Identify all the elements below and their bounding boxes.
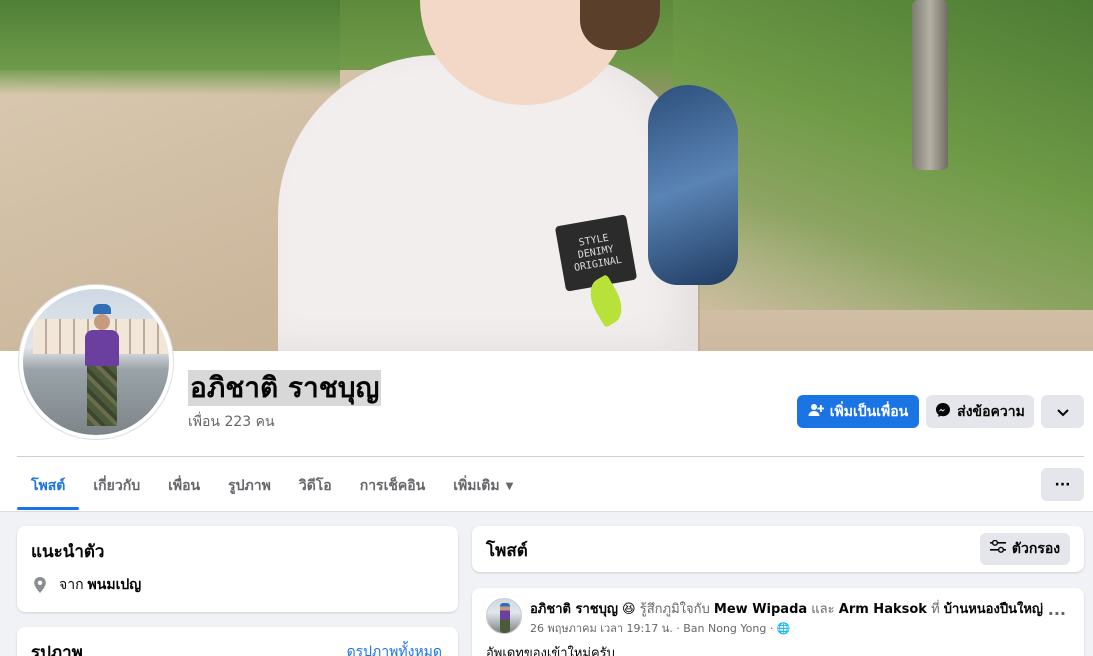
- tab-more[interactable]: เพิ่มเติม ▼: [439, 462, 527, 510]
- filter-button[interactable]: ตัวกรอง: [980, 533, 1070, 565]
- hometown-link[interactable]: พนมเปญ: [88, 574, 142, 596]
- hometown-prefix: จาก: [59, 577, 84, 593]
- avatar-person: [83, 304, 121, 434]
- tab-videos[interactable]: วิดีโอ: [285, 462, 346, 510]
- messenger-icon: [935, 402, 951, 421]
- avatar-pants: [87, 366, 117, 426]
- intro-title: แนะนำตัว: [31, 542, 105, 562]
- location-pin-icon: [31, 576, 49, 594]
- tab-photos[interactable]: รูปภาพ: [214, 462, 285, 510]
- message-button[interactable]: ส่งข้อความ: [926, 395, 1034, 428]
- posts-header-card: โพสต์ ตัวกรอง: [472, 526, 1084, 572]
- tagged-friend-2[interactable]: Arm Haksok: [839, 602, 927, 617]
- post-text: อัพเดทของเข้าใหม่ครับ: [486, 646, 615, 656]
- tagged-friend-1[interactable]: Mew Wipada: [714, 602, 807, 617]
- cover-child-hair: [580, 0, 660, 50]
- globe-icon: 🌐: [776, 622, 791, 635]
- photos-card: รูปภาพ ดูรูปภาพทั้งหมด: [17, 627, 458, 656]
- avatar-face: [94, 314, 110, 330]
- add-friend-label: เพิ่มเป็นเพื่อน: [829, 402, 909, 419]
- more-actions-button[interactable]: [1041, 395, 1084, 428]
- post-author-link[interactable]: อภิชาติ ราชบุญ: [530, 602, 618, 617]
- post-card: อภิชาติ ราชบุญ 😆 รู้สึกภูมิใจกับ Mew Wip…: [472, 588, 1084, 656]
- tab-about[interactable]: เกี่ยวกับ: [79, 462, 154, 510]
- tabs-more-button[interactable]: ···: [1041, 468, 1084, 501]
- more-dots-icon: ···: [1054, 476, 1071, 493]
- avatar-scarf: [85, 330, 119, 366]
- cover-child-sleeve: [648, 85, 738, 285]
- tab-photos-label: รูปภาพ: [228, 478, 271, 494]
- tab-videos-label: วิดีโอ: [298, 478, 332, 494]
- cover-grass: [0, 0, 340, 95]
- feeling-text: รู้สึกภูมิใจกับ: [639, 602, 710, 617]
- post-avatar-figure: [500, 603, 510, 633]
- cover-child-shirt: [278, 55, 698, 351]
- tab-about-label: เกี่ยวกับ: [93, 478, 141, 494]
- tab-posts-label: โพสต์: [31, 478, 66, 494]
- cover-tree: [912, 0, 948, 170]
- post-author-avatar[interactable]: [486, 598, 522, 634]
- tab-checkins-label: การเช็คอิน: [359, 478, 426, 494]
- profile-tabs: โพสต์ เกี่ยวกับ เพื่อน รูปภาพ วิดีโอ การ…: [17, 462, 527, 510]
- add-person-icon: [808, 402, 825, 421]
- caret-down-icon: ▼: [505, 480, 514, 492]
- header-divider: [17, 456, 1084, 457]
- posts-title: โพสต์: [486, 541, 528, 561]
- filter-sliders-icon: [989, 539, 1006, 558]
- see-all-photos-link[interactable]: ดูรูปภาพทั้งหมด: [347, 641, 442, 656]
- tab-more-label: เพิ่มเติม: [453, 478, 500, 494]
- friends-count-link[interactable]: เพื่อน 223 คน: [188, 411, 275, 433]
- tab-checkins[interactable]: การเช็คอิน: [346, 462, 440, 510]
- feeling-emoji: 😆: [622, 602, 636, 617]
- message-label: ส่งข้อความ: [957, 402, 1025, 419]
- post-header-line: อภิชาติ ราชบุญ 😆 รู้สึกภูมิใจกับ Mew Wip…: [530, 598, 1043, 619]
- chevron-down-icon: [1056, 404, 1069, 420]
- post-location-link[interactable]: บ้านหนองปืนใหญ่: [944, 602, 1043, 617]
- profile-name: อภิชาติ ราชบุญ: [188, 370, 382, 406]
- filter-label: ตัวกรอง: [1011, 541, 1061, 557]
- and-text: และ: [811, 602, 835, 617]
- avatar-cap: [93, 304, 111, 314]
- intro-card: แนะนำตัว จาก พนมเปญ: [17, 526, 458, 612]
- post-options-button[interactable]: ···: [1048, 604, 1066, 623]
- add-friend-button[interactable]: เพิ่มเป็นเพื่อน: [797, 395, 919, 428]
- header-bottom-border: [0, 511, 1093, 512]
- photos-title: รูปภาพ: [31, 643, 83, 656]
- tab-friends[interactable]: เพื่อน: [154, 462, 214, 510]
- at-text: ที่: [931, 602, 940, 617]
- tab-posts[interactable]: โพสต์: [17, 462, 80, 510]
- intro-hometown-row: จาก พนมเปญ: [31, 574, 141, 596]
- tab-friends-label: เพื่อน: [168, 478, 201, 494]
- post-timestamp[interactable]: 26 พฤษภาคม เวลา 19:17 น. · Ban Nong Yong…: [530, 622, 777, 635]
- profile-avatar[interactable]: [19, 285, 173, 439]
- post-meta: 26 พฤษภาคม เวลา 19:17 น. · Ban Nong Yong…: [530, 619, 791, 637]
